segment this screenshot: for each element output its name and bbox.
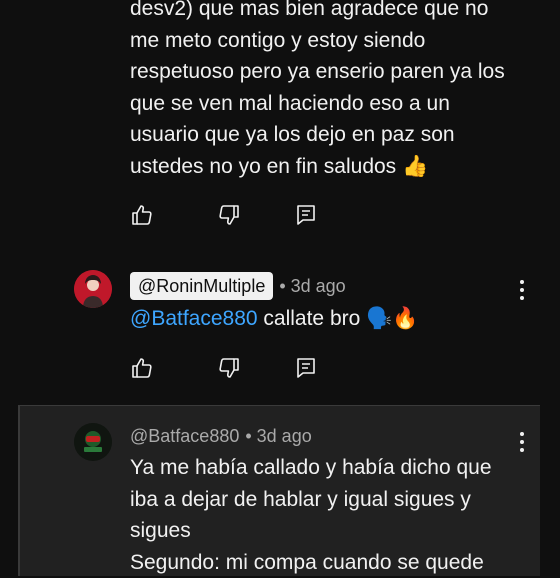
dot [520,440,524,444]
comment-header: @RoninMultiple • 3d ago [130,272,346,300]
more-options-button[interactable] [512,276,532,304]
reply-button[interactable] [292,201,320,229]
comment-line: ustedes no yo en fin saludos 👍 [130,151,540,183]
reply-comment-icon [294,203,318,227]
timestamp: • 3d ago [279,276,345,297]
dislike-button[interactable] [215,201,243,229]
comment-line: me meto contigo y estoy siendo [130,25,540,57]
comment-line: desv2) que mas bien agradece que no [130,0,540,25]
comment-text: callate bro 🗣️🔥 [258,307,419,330]
avatar-image [74,270,112,308]
comment-line: usuario que ya los dejo en paz son [130,119,540,151]
comment-header: @Batface880 • 3d ago [130,426,312,447]
more-vertical-icon [520,432,524,436]
avatar[interactable] [74,423,112,461]
comment-line: sigues [130,515,540,547]
dot [520,296,524,300]
thumbs-up-icon [130,203,154,227]
timestamp: • 3d ago [245,426,311,447]
mention-link[interactable]: @Batface880 [130,307,258,330]
thumbs-down-icon [217,203,241,227]
comment-line: iba a dejar de hablar y igual sigues y [130,484,540,516]
like-button[interactable] [128,201,156,229]
thumbs-down-icon [217,356,241,380]
comment-body: @Batface880 callate bro 🗣️🔥 [130,303,540,335]
thumbs-up-icon [130,356,154,380]
author-name[interactable]: @RoninMultiple [130,272,273,300]
comment-body: Ya me había callado y había dicho que ib… [130,452,540,578]
comment-line: respetuoso pero ya enserio paren ya los [130,56,540,88]
comment-body: desv2) que mas bien agradece que no me m… [130,0,540,182]
comment-line: Ya me había callado y había dicho que [130,452,540,484]
author-name[interactable]: @Batface880 [130,426,239,447]
dot [520,288,524,292]
dislike-button[interactable] [215,354,243,382]
like-button[interactable] [128,354,156,382]
avatar-image [74,423,112,461]
avatar[interactable] [74,270,112,308]
more-vertical-icon [520,280,524,284]
comment-line: que se ven mal haciendo eso a un [130,88,540,120]
reply-button[interactable] [292,354,320,382]
comment-line: Segundo: mi compa cuando se quede [130,547,540,578]
reply-comment-icon [294,356,318,380]
